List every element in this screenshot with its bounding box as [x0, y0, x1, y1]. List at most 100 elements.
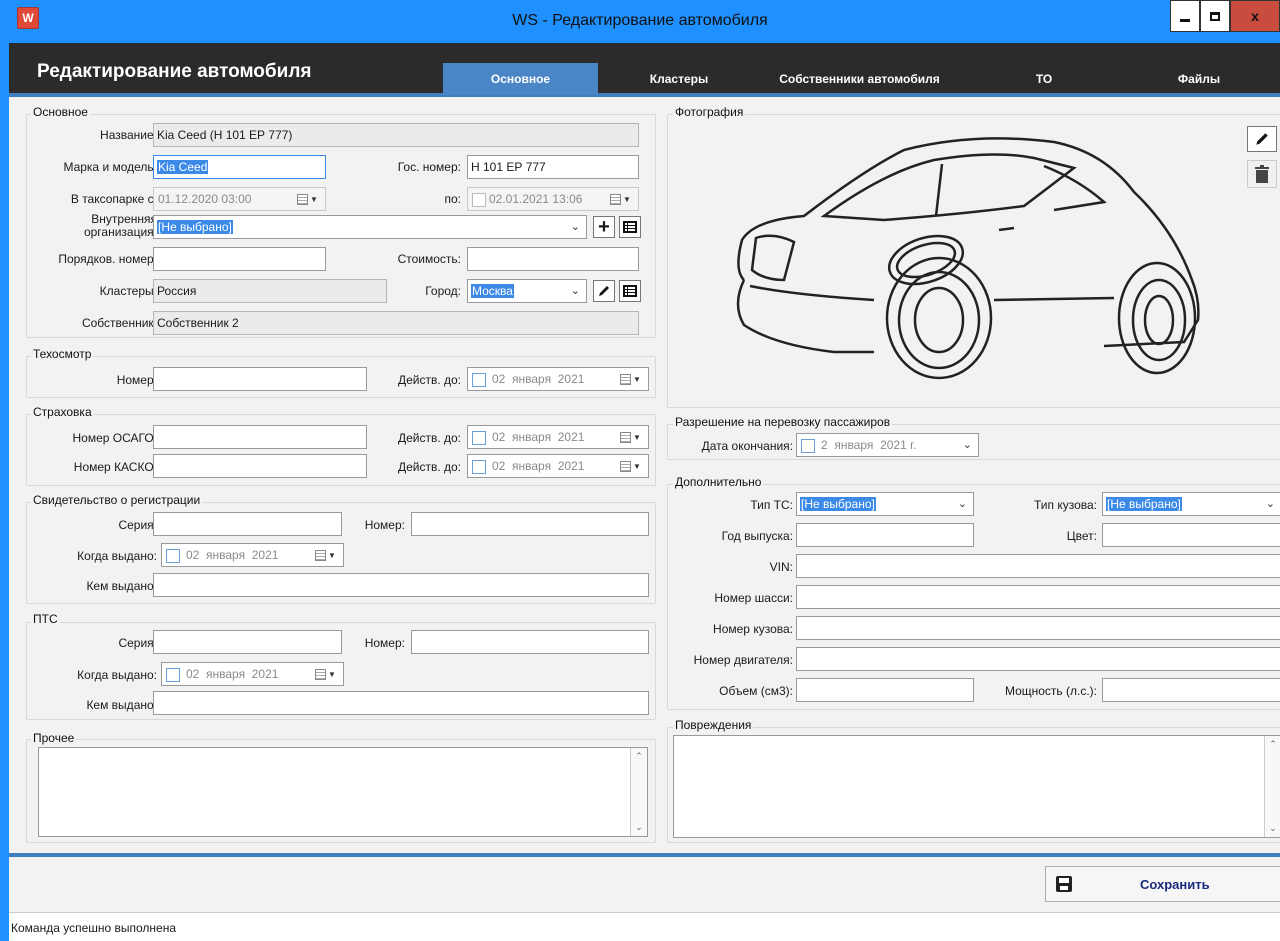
permit-end-label: Дата окончания: [701, 439, 793, 453]
org-list-button[interactable] [619, 216, 641, 238]
minimize-button[interactable] [1170, 0, 1200, 32]
scroll-up-icon[interactable]: ⌃ [1265, 736, 1280, 753]
pts-series-field[interactable] [153, 630, 342, 654]
other-group-title: Прочее [31, 731, 77, 745]
taxi-to-checkbox[interactable] [472, 192, 486, 207]
reg-issued-date: 02 января 2021 [186, 548, 279, 562]
calendar-icon: ▼ [620, 460, 642, 473]
pencil-icon [599, 286, 609, 296]
color-field[interactable] [1102, 523, 1280, 547]
reg-number-field[interactable] [411, 512, 649, 536]
inspection-valid-date: 02 января 2021 [492, 372, 585, 386]
chassis-field[interactable] [796, 585, 1280, 609]
tab-main[interactable]: Основное [443, 63, 598, 95]
tab-files[interactable]: Файлы [1159, 63, 1239, 95]
brand-field[interactable]: Kia Ceed [153, 155, 326, 179]
osago-valid-field[interactable]: 02 января 2021 ▼ [467, 425, 649, 449]
name-field[interactable]: Kia Ceed (Н 101 ЕР 777) [153, 123, 639, 147]
insurance-group-title: Страховка [31, 405, 94, 419]
reg-series-field[interactable] [153, 512, 342, 536]
car-image [736, 137, 1200, 380]
reg-issued-when-field[interactable]: 02 января 2021 ▼ [161, 543, 344, 567]
edit-city-button[interactable] [593, 280, 615, 302]
damage-scrollbar[interactable]: ⌃ ⌄ [1264, 736, 1280, 837]
ts-type-select[interactable]: [Не выбрано] ⌄ [796, 492, 974, 516]
tab-maintenance[interactable]: ТО [1014, 63, 1074, 95]
color-label: Цвет: [1066, 529, 1097, 543]
pts-group-title: ПТС [31, 612, 60, 626]
permit-end-field[interactable]: 2 января 2021 г. ⌄ [796, 433, 979, 457]
maximize-icon [1210, 11, 1220, 21]
org-label-line1: Внутренняя [91, 212, 157, 226]
scroll-up-icon[interactable]: ⌃ [631, 748, 647, 765]
kasko-label: Номер КАСКО: [73, 460, 157, 474]
close-button[interactable]: x [1230, 0, 1280, 32]
delete-photo-button[interactable] [1247, 160, 1277, 188]
damage-textarea[interactable]: ⌃ ⌄ [673, 735, 1280, 838]
pts-number-field[interactable] [411, 630, 649, 654]
pts-issued-checkbox[interactable] [166, 667, 180, 682]
reg-series-label: Серия: [118, 518, 157, 532]
other-scrollbar[interactable]: ⌃ ⌄ [630, 748, 647, 836]
other-textarea[interactable]: ⌃ ⌄ [38, 747, 648, 837]
vin-field[interactable] [796, 554, 1280, 578]
permit-end-date: 2 января 2021 г. [821, 438, 917, 452]
taxi-to-field[interactable]: 02.01.2021 13:06 ▼ [467, 187, 639, 211]
reg-issued-by-field[interactable] [153, 573, 649, 597]
scroll-down-icon[interactable]: ⌄ [631, 819, 647, 836]
page-title: Редактирование автомобиля [37, 61, 312, 82]
pts-issued-when-field[interactable]: 02 января 2021 ▼ [161, 662, 344, 686]
org-select[interactable]: [Не выбрано] ⌄ [153, 215, 587, 239]
taxi-from-value: 01.12.2020 03:00 [158, 192, 252, 206]
pts-issued-by-label: Кем выдано: [86, 698, 157, 712]
edit-photo-button[interactable] [1247, 126, 1277, 152]
body-number-field[interactable] [796, 616, 1280, 640]
window: W WS - Редактирование автомобиля x Редак… [0, 0, 1280, 941]
org-label-line2: организация: [83, 225, 157, 239]
taxi-from-label: В таксопарке с: [70, 192, 157, 206]
tab-clusters-label: Кластеры [649, 72, 709, 86]
osago-valid-date: 02 января 2021 [492, 430, 585, 444]
body-type-select[interactable]: [Не выбрано] ⌄ [1102, 492, 1280, 516]
inspection-valid-checkbox[interactable] [472, 372, 486, 387]
save-button[interactable]: Сохранить [1045, 866, 1280, 902]
city-select[interactable]: Москва ⌄ [467, 279, 587, 303]
body-number-label: Номер кузова: [713, 622, 793, 636]
scroll-down-icon[interactable]: ⌄ [1265, 820, 1280, 837]
power-field[interactable] [1102, 678, 1280, 702]
owner-field[interactable]: Собственник 2 [153, 311, 639, 335]
kasko-valid-checkbox[interactable] [472, 459, 486, 474]
permit-end-checkbox[interactable] [801, 438, 815, 453]
window-title: WS - Редактирование автомобиля [512, 12, 768, 29]
title-bar: W WS - Редактирование автомобиля x [0, 0, 1280, 43]
city-list-button[interactable] [619, 280, 641, 302]
maximize-button[interactable] [1200, 0, 1230, 32]
kasko-field[interactable] [153, 454, 367, 478]
cost-field[interactable] [467, 247, 639, 271]
year-field[interactable] [796, 523, 974, 547]
pts-issued-by-field[interactable] [153, 691, 649, 715]
tab-owners[interactable]: Собственники автомобиля [757, 63, 962, 95]
volume-field[interactable] [796, 678, 974, 702]
inspection-valid-field[interactable]: 02 января 2021 ▼ [467, 367, 649, 391]
tab-clusters[interactable]: Кластеры [629, 63, 729, 95]
city-value: Москва [471, 284, 514, 298]
engine-field[interactable] [796, 647, 1280, 671]
plate-field[interactable]: Н 101 ЕР 777 [467, 155, 639, 179]
kasko-valid-field[interactable]: 02 января 2021 ▼ [467, 454, 649, 478]
order-field[interactable] [153, 247, 326, 271]
header-bar: Редактирование автомобиля Основное Класт… [9, 43, 1280, 97]
osago-field[interactable] [153, 425, 367, 449]
tab-main-label: Основное [490, 72, 551, 86]
taxi-from-field[interactable]: 01.12.2020 03:00 ▼ [153, 187, 326, 211]
kasko-valid-label: Действ. до: [397, 460, 461, 474]
clusters-field[interactable]: Россия [153, 279, 387, 303]
reg-issued-checkbox[interactable] [166, 548, 180, 563]
name-label: Название: [100, 128, 157, 142]
taxi-to-value: 02.01.2021 13:06 [489, 192, 583, 206]
org-value: [Не выбрано] [157, 220, 233, 234]
inspection-number-field[interactable] [153, 367, 367, 391]
add-org-button[interactable]: + [593, 216, 615, 238]
osago-valid-checkbox[interactable] [472, 430, 486, 445]
clusters-label: Кластеры: [99, 284, 157, 298]
